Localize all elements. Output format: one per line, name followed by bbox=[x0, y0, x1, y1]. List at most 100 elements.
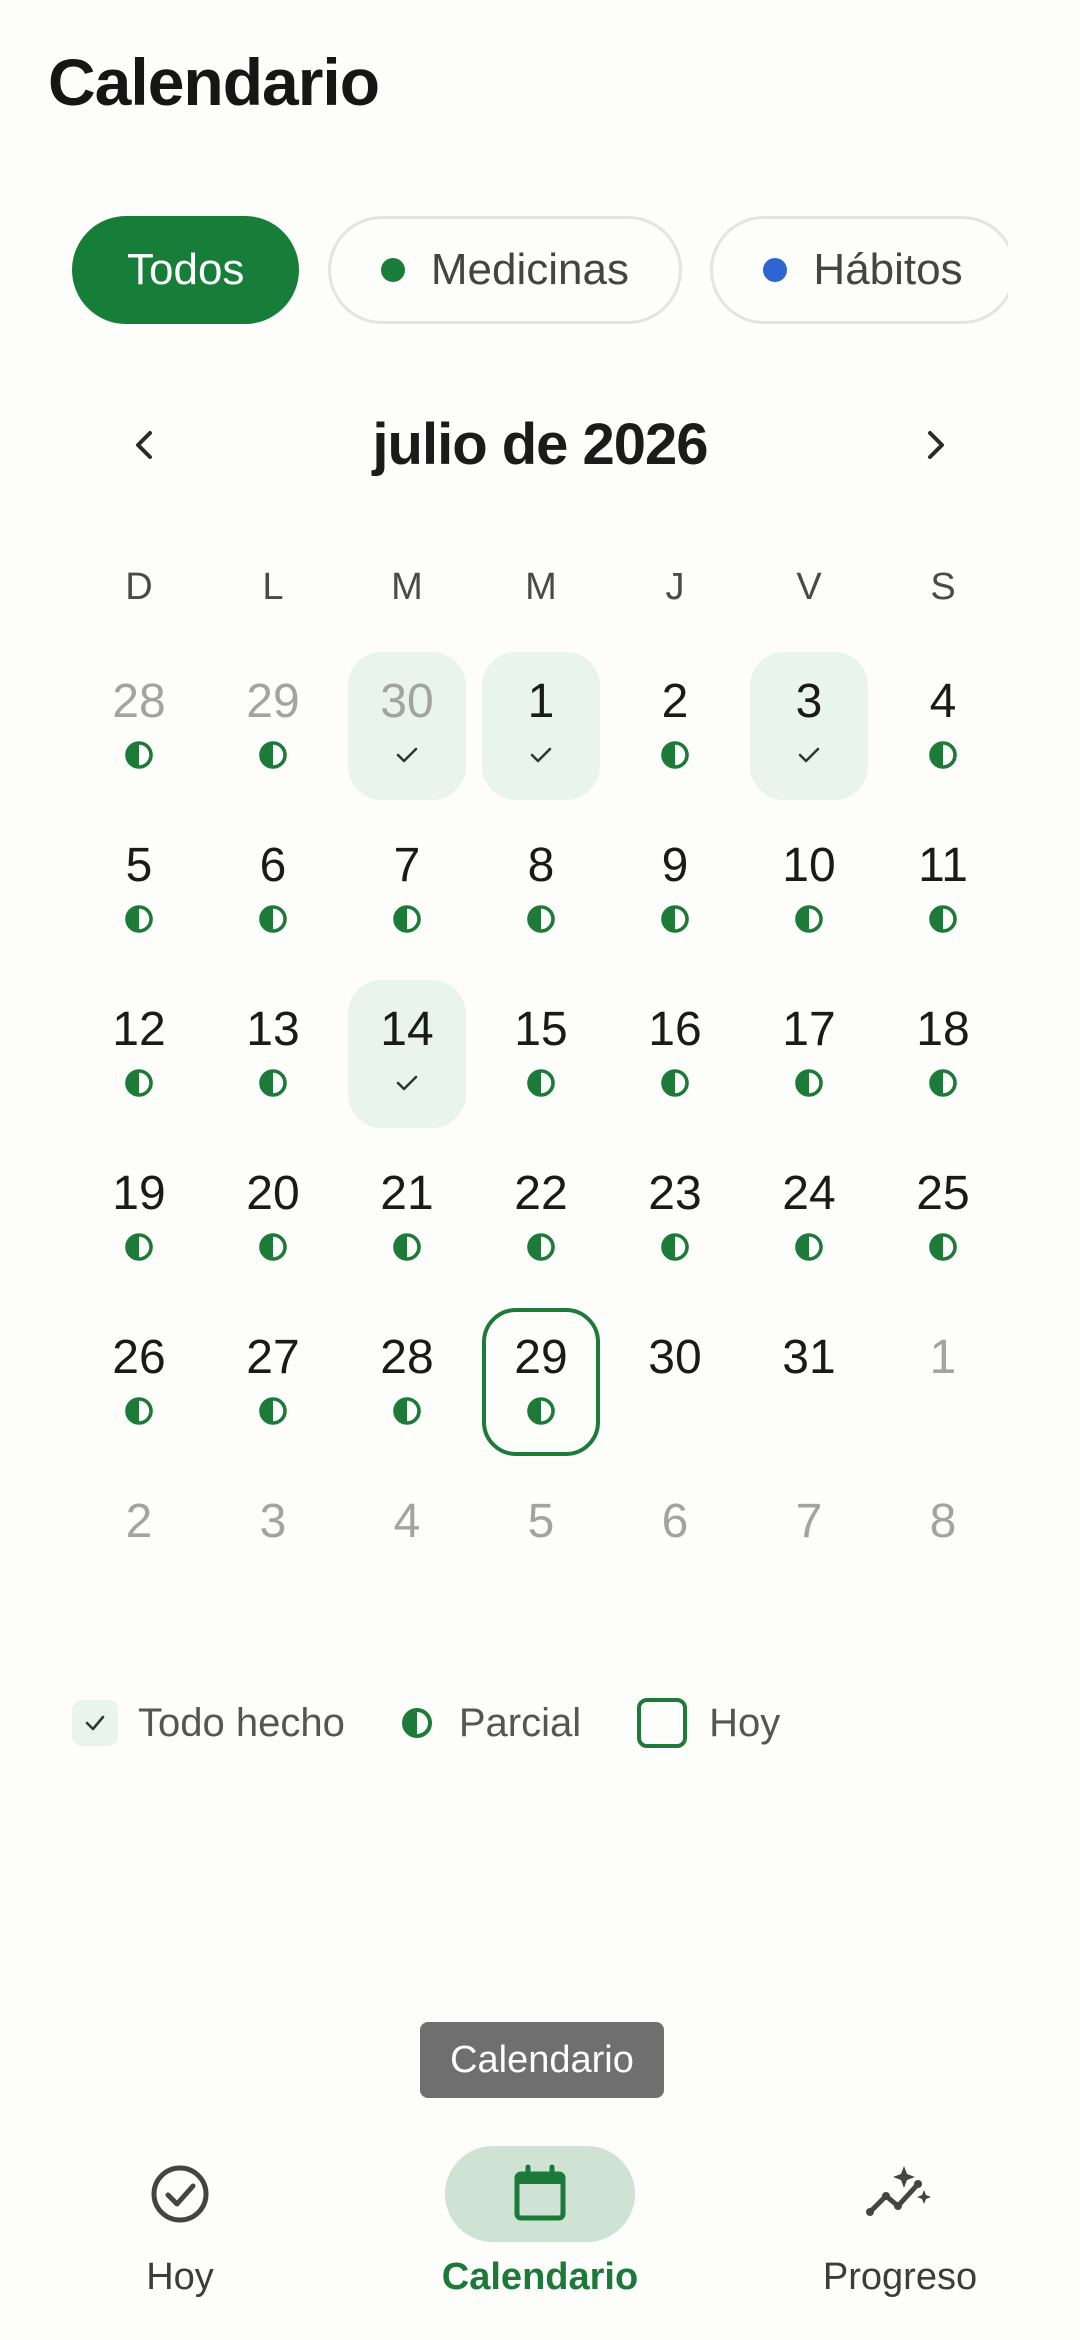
chevron-right-icon bbox=[928, 431, 944, 459]
calendar-day-slot: 26 bbox=[72, 1308, 206, 1472]
half-circle-icon bbox=[259, 741, 287, 769]
half-circle-icon bbox=[393, 905, 421, 933]
tab-hoy[interactable]: Hoy bbox=[0, 2110, 360, 2340]
calendar-day[interactable]: 7 bbox=[348, 816, 466, 964]
filter-chip-label: Todos bbox=[127, 245, 245, 294]
tab-icon-container bbox=[445, 2146, 635, 2242]
calendar-day[interactable]: 5 bbox=[80, 816, 198, 964]
half-circle-icon bbox=[259, 1397, 287, 1425]
calendar-day-slot: 16 bbox=[608, 980, 742, 1144]
calendar-day[interactable]: 6 bbox=[616, 1472, 734, 1620]
calendar-day[interactable]: 6 bbox=[214, 816, 332, 964]
calendar-day[interactable]: 4 bbox=[348, 1472, 466, 1620]
calendar-day[interactable]: 28 bbox=[80, 652, 198, 800]
filter-chip-todos[interactable]: Todos bbox=[72, 216, 300, 324]
calendar-day[interactable]: 15 bbox=[482, 980, 600, 1128]
calendar-day[interactable]: 20 bbox=[214, 1144, 332, 1292]
calendar-day[interactable]: 22 bbox=[482, 1144, 600, 1292]
calendar-day[interactable]: 17 bbox=[750, 980, 868, 1128]
half-circle-icon bbox=[527, 1397, 555, 1425]
calendar-day[interactable]: 30 bbox=[616, 1308, 734, 1456]
half-circle-icon bbox=[929, 1069, 957, 1097]
filter-chip-habitos[interactable]: Hábitos bbox=[710, 216, 1008, 324]
calendar-day-slot: 10 bbox=[742, 816, 876, 980]
filter-chip-label: Medicinas bbox=[430, 245, 629, 294]
day-number: 11 bbox=[918, 839, 968, 892]
calendar-day[interactable]: 24 bbox=[750, 1144, 868, 1292]
calendar-day[interactable]: 26 bbox=[80, 1308, 198, 1456]
day-number: 14 bbox=[380, 1003, 434, 1056]
calendar-day-slot: 7 bbox=[340, 816, 474, 980]
calendar-day[interactable]: 2 bbox=[616, 652, 734, 800]
calendar-day-slot: 3 bbox=[206, 1472, 340, 1636]
half-circle-icon bbox=[527, 1233, 555, 1261]
calendar-day[interactable]: 11 bbox=[884, 816, 1002, 964]
day-number: 4 bbox=[393, 1495, 421, 1548]
half-circle-icon bbox=[125, 905, 153, 933]
calendar-day[interactable]: 19 bbox=[80, 1144, 198, 1292]
calendar-day[interactable]: 2 bbox=[80, 1472, 198, 1620]
next-month-button[interactable] bbox=[900, 410, 970, 480]
calendar-day[interactable]: 7 bbox=[750, 1472, 868, 1620]
calendar-day-slot: 28 bbox=[340, 1308, 474, 1472]
day-number: 8 bbox=[527, 839, 555, 892]
calendar-day[interactable]: 30 bbox=[348, 652, 466, 800]
day-number: 2 bbox=[125, 1495, 153, 1548]
half-circle-icon bbox=[259, 1233, 287, 1261]
calendar-day[interactable]: 13 bbox=[214, 980, 332, 1128]
calendar-day-slot: 18 bbox=[876, 980, 1010, 1144]
day-number: 20 bbox=[246, 1167, 300, 1220]
calendar-day-slot: 4 bbox=[340, 1472, 474, 1636]
calendar-week-row: 12 13 14 15 16 17 18 bbox=[72, 980, 1012, 1144]
calendar-day[interactable]: 3 bbox=[214, 1472, 332, 1620]
calendar-day[interactable]: 21 bbox=[348, 1144, 466, 1292]
calendar-day[interactable]: 3 bbox=[750, 652, 868, 800]
day-number: 7 bbox=[393, 839, 421, 892]
habitos-dot-icon bbox=[763, 258, 788, 282]
calendar-day[interactable]: 1 bbox=[884, 1308, 1002, 1456]
calendar-day-slot: 2 bbox=[608, 652, 742, 816]
calendar-day[interactable]: 25 bbox=[884, 1144, 1002, 1292]
calendar-day-slot: 11 bbox=[876, 816, 1010, 980]
calendar-day[interactable]: 28 bbox=[348, 1308, 466, 1456]
calendar-week-row: 2 3 4 5 6 7 8 bbox=[72, 1472, 1012, 1636]
calendar-day[interactable]: 14 bbox=[348, 980, 466, 1128]
filter-chip-medicinas[interactable]: Medicinas bbox=[327, 216, 682, 324]
calendar-day[interactable]: 1 bbox=[482, 652, 600, 800]
weekday-header: D L M M J V S bbox=[72, 566, 1012, 616]
calendar-day[interactable]: 12 bbox=[80, 980, 198, 1128]
legend-item-today: Hoy bbox=[637, 1698, 780, 1748]
calendar-day-slot: 5 bbox=[474, 1472, 608, 1636]
calendar-day[interactable]: 5 bbox=[482, 1472, 600, 1620]
calendar-day[interactable]: 16 bbox=[616, 980, 734, 1128]
half-circle-icon bbox=[527, 1069, 555, 1097]
tab-label: Calendario bbox=[441, 2256, 639, 2298]
legend-partial-label: Parcial bbox=[458, 1700, 582, 1745]
day-number: 28 bbox=[380, 1331, 434, 1384]
calendar-day[interactable]: 29 bbox=[214, 652, 332, 800]
calendar-day[interactable]: 23 bbox=[616, 1144, 734, 1292]
day-number: 10 bbox=[782, 839, 836, 892]
day-number: 8 bbox=[929, 1495, 957, 1548]
tab-calendario[interactable]: Calendario bbox=[360, 2110, 720, 2340]
calendar-day[interactable]: 27 bbox=[214, 1308, 332, 1456]
calendar-week-row: 19 20 21 22 23 24 25 bbox=[72, 1144, 1012, 1308]
trend-sparkle-icon bbox=[866, 2166, 931, 2216]
weekday-label: S bbox=[930, 566, 956, 608]
calendar-day[interactable]: 8 bbox=[482, 816, 600, 964]
month-header: julio de 2026 bbox=[96, 410, 984, 480]
done-swatch-icon bbox=[72, 1700, 118, 1746]
calendar-day[interactable]: 18 bbox=[884, 980, 1002, 1128]
calendar-day[interactable]: 10 bbox=[750, 816, 868, 964]
calendar-day[interactable]: 9 bbox=[616, 816, 734, 964]
half-circle-icon bbox=[259, 905, 287, 933]
calendar-day[interactable]: 31 bbox=[750, 1308, 868, 1456]
half-circle-icon bbox=[929, 741, 957, 769]
tab-progreso[interactable]: Progreso bbox=[720, 2110, 1080, 2340]
calendar-day-today[interactable]: 29 bbox=[482, 1308, 600, 1456]
half-circle-icon bbox=[661, 1069, 689, 1097]
bottom-navigation: Hoy Calendario Progreso bbox=[0, 2110, 1080, 2340]
calendar-day[interactable]: 4 bbox=[884, 652, 1002, 800]
calendar-day[interactable]: 8 bbox=[884, 1472, 1002, 1620]
day-number: 3 bbox=[795, 675, 823, 728]
